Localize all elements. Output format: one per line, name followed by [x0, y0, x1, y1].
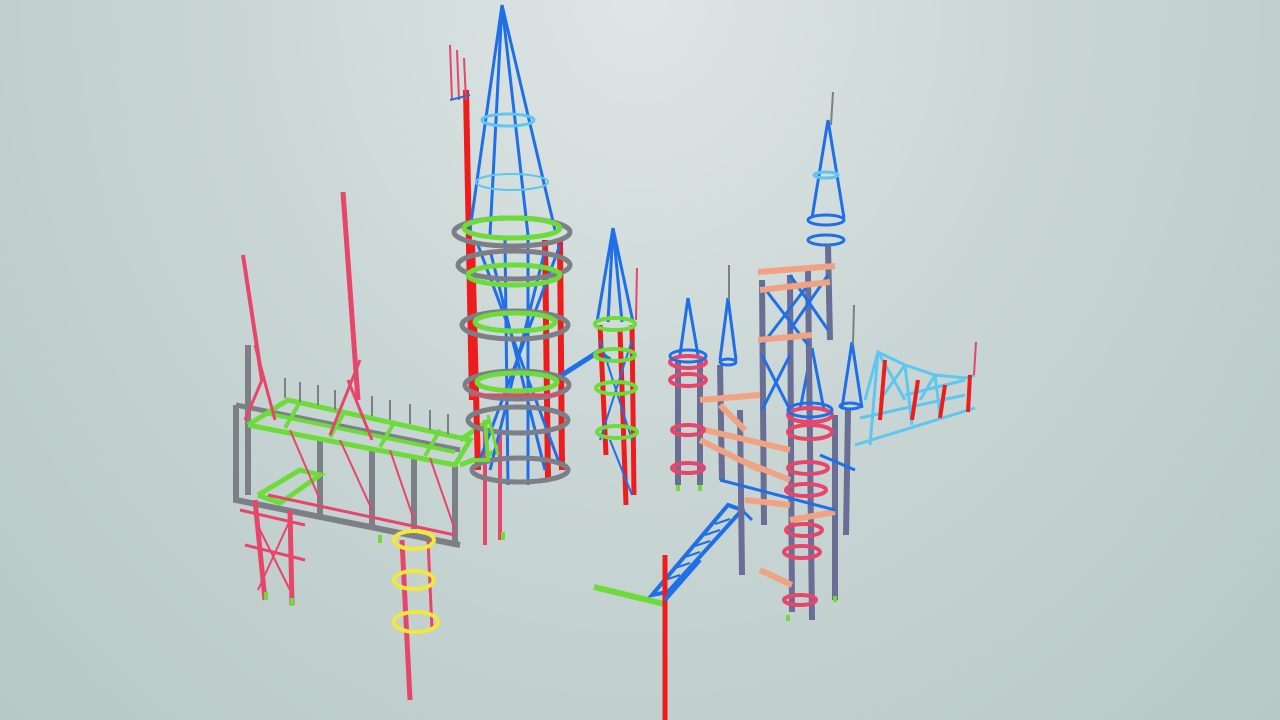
- 3d-viewport[interactable]: [0, 0, 1280, 720]
- axis-gizmo: [593, 555, 702, 720]
- small-spire-tower[interactable]: [593, 227, 639, 506]
- right-truss-wing[interactable]: [854, 341, 977, 447]
- tall-circular-tower[interactable]: [449, 4, 573, 486]
- yellow-ring-stack[interactable]: [392, 529, 440, 701]
- pink-frame-block[interactable]: [233, 191, 505, 606]
- structural-model-scene[interactable]: [0, 0, 1280, 720]
